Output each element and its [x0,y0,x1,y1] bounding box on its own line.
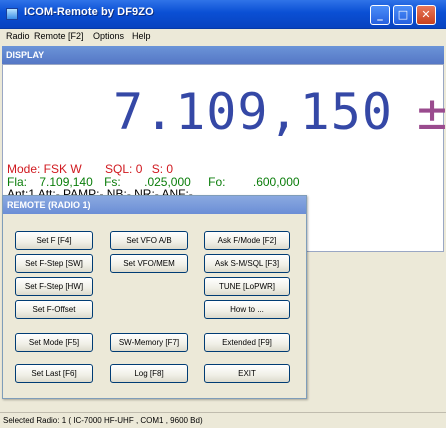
s-value: S: 0 [151,162,174,176]
tune-button[interactable]: TUNE [LoPWR] [204,277,290,296]
set-foffset-button[interactable]: Set F-Offset [15,300,93,319]
ask-smsql-button[interactable]: Ask S-M/SQL [F3] [204,254,290,273]
fo-value: .600,000 [252,175,300,189]
sw-memory-button[interactable]: SW-Memory [F7] [110,333,188,352]
close-button[interactable]: ✕ [416,5,436,25]
set-mode-button[interactable]: Set Mode [F5] [15,333,93,352]
mode-value: Mode: FSK W [7,162,82,176]
menu-remote[interactable]: Remote [F2] [34,31,84,41]
frequency-suffix: ± [417,83,446,141]
set-vfo-mem-button[interactable]: Set VFO/MEM [110,254,188,273]
extended-button[interactable]: Extended [F9] [204,333,290,352]
maximize-button[interactable]: □ [393,5,413,25]
window-title: ICOM-Remote by DF9ZO [24,6,154,18]
ask-f-mode-button[interactable]: Ask F/Mode [F2] [204,231,290,250]
fo-label: Fo: [208,175,226,189]
set-f-button[interactable]: Set F [F4] [15,231,93,250]
set-last-button[interactable]: Set Last [F6] [15,364,93,383]
how-to-button[interactable]: How to ... [204,300,290,319]
log-button[interactable]: Log [F8] [110,364,188,383]
mode-line: Mode: FSK W SQL: 0 S: 0 [7,162,193,176]
set-fstep-sw-button[interactable]: Set F-Step [SW] [15,254,93,273]
menu-radio[interactable]: Radio [6,31,30,41]
app-icon [6,8,18,20]
set-fstep-hw-button[interactable]: Set F-Step [HW] [15,277,93,296]
menu-bar: Radio Remote [F2] Options Help [0,29,446,45]
menu-help[interactable]: Help [132,31,151,41]
status-bar: Selected Radio: 1 ( IC-7000 HF-UHF , COM… [0,412,446,428]
sql-value: SQL: 0 [105,162,143,176]
set-vfo-ab-button[interactable]: Set VFO A/B [110,231,188,250]
menu-options[interactable]: Options [93,31,124,41]
remote-dialog: REMOTE (RADIO 1) Set F [F4] Set VFO A/B … [2,195,307,399]
minimize-button[interactable]: _ [370,5,390,25]
frequency-readout: 7.109,150 [113,83,393,141]
remote-title: REMOTE (RADIO 1) [3,196,306,214]
display-header: DISPLAY [2,46,444,64]
exit-button[interactable]: EXIT [204,364,290,383]
title-bar: ICOM-Remote by DF9ZO _ □ ✕ [0,0,446,29]
